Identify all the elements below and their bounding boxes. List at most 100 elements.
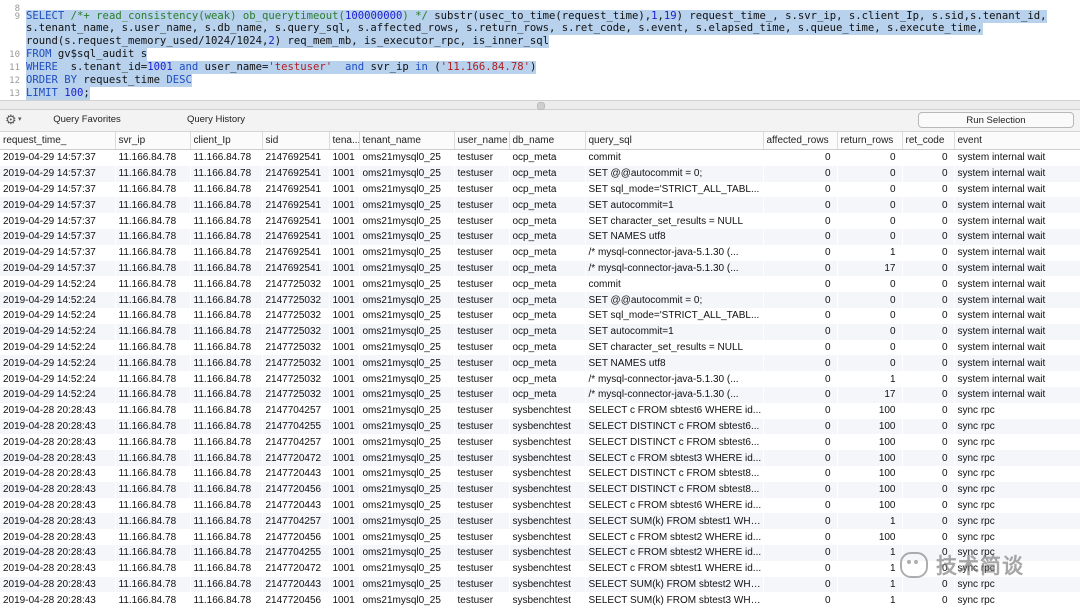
table-cell[interactable]: 0 xyxy=(902,592,954,608)
table-row[interactable]: 2019-04-28 20:28:43 11.166.84.78 11.166.84… xyxy=(0,481,1080,498)
table-cell[interactable]: 11.166.84.78 xyxy=(190,529,262,545)
table-cell[interactable]: oms21mysql0_25 xyxy=(359,340,454,356)
table-cell[interactable]: 0 xyxy=(902,323,954,340)
table-cell[interactable]: sysbenchtest xyxy=(509,403,585,419)
table-row[interactable]: 2019-04-29 14:52:24 11.166.84.78 11.166.84… xyxy=(0,340,1080,356)
table-cell[interactable]: ocp_meta xyxy=(509,197,585,214)
table-cell[interactable]: 2019-04-28 20:28:43 xyxy=(0,576,115,593)
table-cell[interactable]: ocp_meta xyxy=(509,371,585,387)
column-header[interactable]: ret_code xyxy=(902,132,955,150)
table-cell[interactable]: oms21mysql0_25 xyxy=(359,386,454,403)
table-cell[interactable]: 1001 xyxy=(329,498,359,514)
table-cell[interactable]: commit xyxy=(585,276,763,292)
table-cell[interactable]: 2147720472 xyxy=(262,450,329,466)
table-cell[interactable]: sysbenchtest xyxy=(509,544,585,561)
table-cell[interactable]: 1001 xyxy=(329,513,359,530)
table-cell[interactable]: SET character_set_results = NULL xyxy=(585,340,763,356)
table-cell[interactable]: SET NAMES utf8 xyxy=(585,355,763,372)
table-cell[interactable]: 11.166.84.78 xyxy=(115,403,190,419)
table-cell[interactable]: 11.166.84.78 xyxy=(115,355,190,372)
table-cell[interactable]: 100 xyxy=(837,498,902,514)
table-cell[interactable]: 0 xyxy=(837,197,902,214)
table-cell[interactable]: oms21mysql0_25 xyxy=(359,260,454,277)
table-cell[interactable]: SET sql_mode='STRICT_ALL_TABL... xyxy=(585,182,763,198)
table-cell[interactable]: oms21mysql0_25 xyxy=(359,592,454,608)
table-row[interactable]: 2019-04-29 14:57:37 11.166.84.78 11.166.84… xyxy=(0,260,1080,277)
table-cell[interactable]: 11.166.84.78 xyxy=(190,386,262,403)
table-cell[interactable]: SELECT DISTINCT c FROM sbtest6... xyxy=(585,434,763,450)
table-cell[interactable]: SELECT c FROM sbtest3 WHERE id... xyxy=(585,450,763,466)
table-cell[interactable]: oms21mysql0_25 xyxy=(359,450,454,466)
table-cell[interactable]: 11.166.84.78 xyxy=(190,371,262,387)
table-cell[interactable]: sync rpc xyxy=(954,403,1080,419)
table-cell[interactable]: 2147692541 xyxy=(262,165,329,182)
table-cell[interactable]: 1001 xyxy=(329,466,359,482)
table-cell[interactable]: sysbenchtest xyxy=(509,481,585,498)
table-row[interactable]: 2019-04-28 20:28:43 11.166.84.78 11.166.84… xyxy=(0,403,1080,419)
editor-line[interactable]: 13 LIMIT 100; xyxy=(0,87,1080,100)
table-cell[interactable]: SELECT DISTINCT c FROM sbtest8... xyxy=(585,466,763,482)
table-cell[interactable]: system internal wait xyxy=(954,340,1080,356)
table-cell[interactable]: sync rpc xyxy=(954,434,1080,450)
table-cell[interactable]: sync rpc xyxy=(954,513,1080,530)
table-cell[interactable]: system internal wait xyxy=(954,165,1080,182)
table-cell[interactable]: /* mysql-connector-java-5.1.30 (... xyxy=(585,371,763,387)
column-header[interactable]: return_rows xyxy=(837,132,903,150)
table-cell[interactable]: 0 xyxy=(763,308,837,324)
table-cell[interactable]: 2019-04-28 20:28:43 xyxy=(0,418,115,435)
table-cell[interactable]: system internal wait xyxy=(954,150,1080,166)
table-cell[interactable]: ocp_meta xyxy=(509,182,585,198)
table-cell[interactable]: oms21mysql0_25 xyxy=(359,165,454,182)
table-cell[interactable]: ocp_meta xyxy=(509,340,585,356)
table-cell[interactable]: 1001 xyxy=(329,355,359,372)
table-cell[interactable]: ocp_meta xyxy=(509,165,585,182)
table-cell[interactable]: 0 xyxy=(763,182,837,198)
table-cell[interactable]: sync rpc xyxy=(954,450,1080,466)
table-cell[interactable]: 0 xyxy=(763,450,837,466)
table-cell[interactable]: 11.166.84.78 xyxy=(190,260,262,277)
table-cell[interactable]: 0 xyxy=(902,228,954,245)
table-cell[interactable]: 1001 xyxy=(329,292,359,308)
table-row[interactable]: 2019-04-29 14:52:24 11.166.84.78 11.166.84… xyxy=(0,386,1080,403)
code-text[interactable]: ORDER BY request_time DESC xyxy=(26,74,192,87)
table-cell[interactable]: testuser xyxy=(454,197,509,214)
gear-icon[interactable]: ⚙ xyxy=(5,113,17,127)
table-cell[interactable]: 0 xyxy=(837,355,902,372)
table-cell[interactable]: 0 xyxy=(902,213,954,229)
table-cell[interactable]: testuser xyxy=(454,544,509,561)
table-cell[interactable]: 11.166.84.78 xyxy=(115,529,190,545)
table-cell[interactable]: testuser xyxy=(454,498,509,514)
table-cell[interactable]: oms21mysql0_25 xyxy=(359,529,454,545)
table-cell[interactable]: oms21mysql0_25 xyxy=(359,576,454,593)
table-cell[interactable]: 11.166.84.78 xyxy=(190,197,262,214)
table-cell[interactable]: 2147704255 xyxy=(262,544,329,561)
table-cell[interactable]: system internal wait xyxy=(954,308,1080,324)
table-row[interactable]: 2019-04-29 14:57:37 11.166.84.78 11.166.84… xyxy=(0,245,1080,261)
table-cell[interactable]: system internal wait xyxy=(954,182,1080,198)
table-cell[interactable]: SELECT c FROM sbtest6 WHERE id... xyxy=(585,403,763,419)
table-cell[interactable]: SELECT c FROM sbtest2 WHERE id... xyxy=(585,529,763,545)
table-cell[interactable]: 11.166.84.78 xyxy=(190,150,262,166)
table-cell[interactable]: 1001 xyxy=(329,182,359,198)
table-cell[interactable]: 11.166.84.78 xyxy=(190,513,262,530)
table-cell[interactable]: system internal wait xyxy=(954,292,1080,308)
table-cell[interactable]: system internal wait xyxy=(954,323,1080,340)
table-cell[interactable]: 0 xyxy=(837,276,902,292)
table-cell[interactable]: 0 xyxy=(902,276,954,292)
table-cell[interactable]: oms21mysql0_25 xyxy=(359,355,454,372)
table-cell[interactable]: 1001 xyxy=(329,403,359,419)
table-cell[interactable]: ocp_meta xyxy=(509,292,585,308)
table-cell[interactable]: 0 xyxy=(902,182,954,198)
table-cell[interactable]: 0 xyxy=(837,213,902,229)
table-cell[interactable]: /* mysql-connector-java-5.1.30 (... xyxy=(585,386,763,403)
table-cell[interactable]: testuser xyxy=(454,165,509,182)
table-cell[interactable]: 2147704257 xyxy=(262,403,329,419)
column-header[interactable]: db_name xyxy=(509,132,586,150)
table-cell[interactable]: 100 xyxy=(837,529,902,545)
run-selection-button[interactable]: Run Selection xyxy=(918,112,1074,128)
table-cell[interactable]: 0 xyxy=(902,165,954,182)
table-cell[interactable]: 11.166.84.78 xyxy=(115,481,190,498)
table-cell[interactable]: 11.166.84.78 xyxy=(115,386,190,403)
table-row[interactable]: 2019-04-28 20:28:43 11.166.84.78 11.166.84… xyxy=(0,513,1080,530)
table-cell[interactable]: 2019-04-29 14:52:24 xyxy=(0,308,115,324)
